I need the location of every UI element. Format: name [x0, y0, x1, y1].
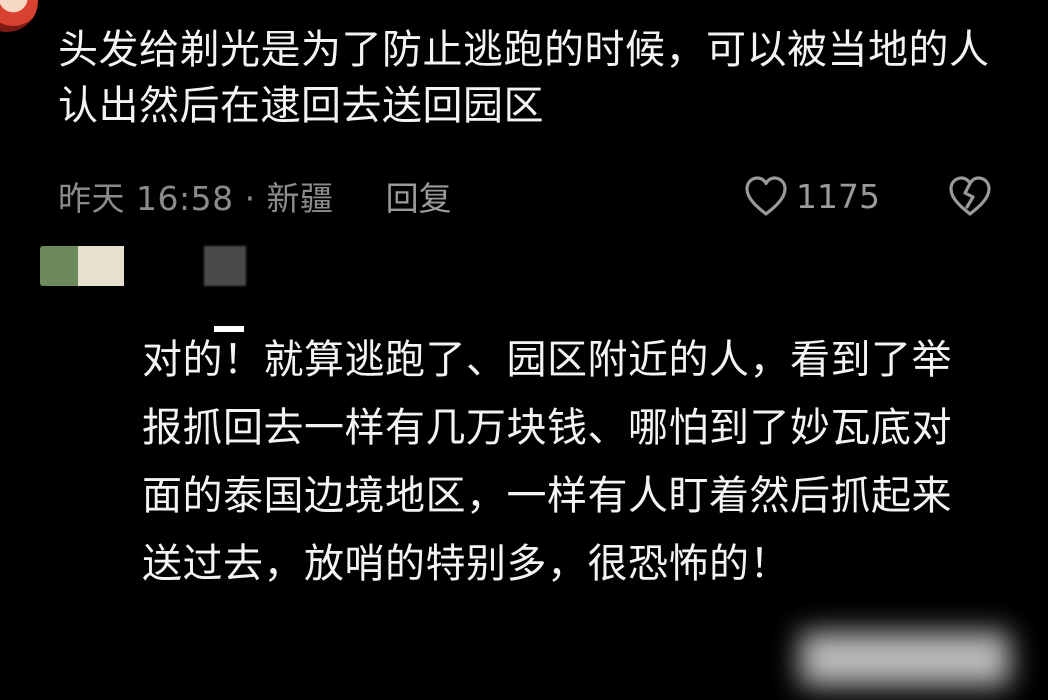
broken-heart-icon [949, 176, 991, 216]
like-count: 1175 [796, 176, 880, 216]
reply-button[interactable]: 回复 [386, 172, 452, 220]
top-comment-text: 头发给剃光是为了防止逃跑的时候，可以被当地的人认出然后在逮回去送回园区 [58, 27, 990, 129]
blurred-watermark [800, 632, 1010, 686]
reply-avatar[interactable] [40, 246, 124, 286]
top-comment-meta: 昨天 16:58 · 新疆 回复 1175 [58, 168, 1018, 224]
reply-comment-text: 对的！就算逃跑了、园区附近的人，看到了举报抓回去一样有几万块钱、哪怕到了妙瓦底对… [142, 337, 952, 587]
like-button[interactable]: 1175 [742, 168, 880, 224]
dislike-button[interactable] [946, 168, 994, 224]
text-highlight-mark [214, 326, 244, 332]
top-comment-avatar[interactable] [0, 0, 38, 32]
reply-username-blurred [204, 246, 246, 286]
comment-time-location: 昨天 16:58 · 新疆 [58, 179, 334, 218]
heart-outline-icon [745, 176, 787, 216]
